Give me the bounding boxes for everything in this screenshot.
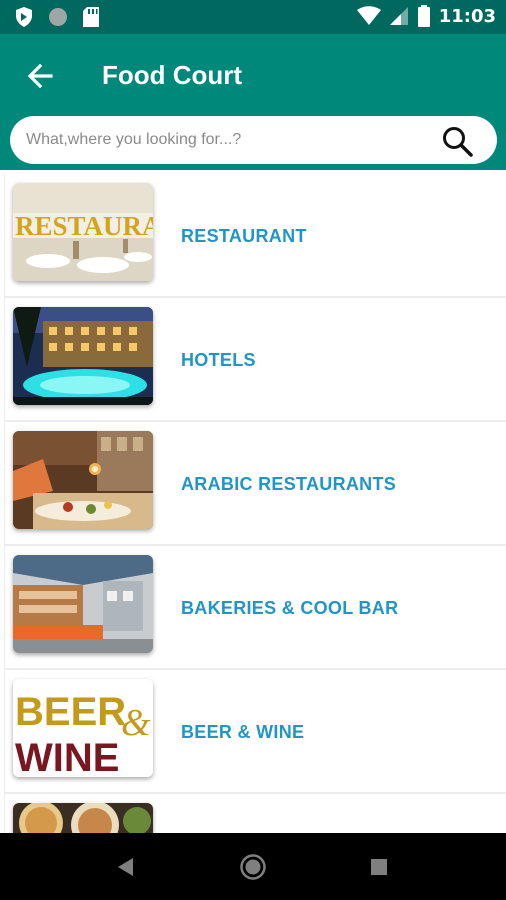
signal-icon <box>389 7 408 25</box>
list-item-hotels[interactable]: HOTELS <box>4 298 506 422</box>
battery-icon <box>417 5 430 27</box>
sd-card-icon <box>83 7 99 27</box>
beer-wine-image: BEER & WINE <box>13 679 153 777</box>
wifi-icon <box>356 6 381 25</box>
list-item-bakeries-cool-bar[interactable]: BAKERIES & COOL BAR <box>4 546 506 670</box>
hotels-image <box>13 307 153 405</box>
status-bar: 11:03 <box>0 0 506 34</box>
list-item-partial[interactable] <box>4 794 506 833</box>
category-label: BAKERIES & COOL BAR <box>181 598 399 618</box>
shield-icon <box>16 7 32 27</box>
system-nav-bar <box>0 833 506 900</box>
nav-home-button[interactable] <box>237 851 269 883</box>
food-image <box>13 803 153 833</box>
category-label: ARABIC RESTAURANTS <box>181 474 397 494</box>
circle-icon <box>49 8 67 26</box>
back-button[interactable] <box>22 58 58 94</box>
ampersand-image-text: & <box>121 702 151 744</box>
search-icon[interactable] <box>441 125 473 157</box>
page-title: Food Court <box>102 60 243 90</box>
restaurant-image-text: RESTAURANT <box>15 211 153 241</box>
wine-image-text: WINE <box>15 736 119 777</box>
app-bar: Food Court <box>0 34 506 170</box>
recents-square-icon <box>371 859 387 875</box>
restaurant-image: RESTAURANT <box>13 183 153 281</box>
arrow-back-icon <box>27 63 53 89</box>
category-label: BEER & WINE <box>181 722 305 742</box>
search-box[interactable] <box>10 116 497 164</box>
back-triangle-icon <box>118 858 133 876</box>
nav-recents-button[interactable] <box>363 851 395 883</box>
beer-image-text: BEER <box>15 690 126 734</box>
arabic-restaurants-image <box>13 431 153 529</box>
status-time: 11:03 <box>438 5 496 27</box>
category-list: RESTAURANT RESTAURANT <box>4 174 506 833</box>
nav-back-button[interactable] <box>110 851 142 883</box>
category-label: HOTELS <box>181 350 256 370</box>
bakeries-image <box>13 555 153 653</box>
list-item-beer-wine[interactable]: BEER & WINE BEER & WINE <box>4 670 506 794</box>
list-item-arabic-restaurants[interactable]: ARABIC RESTAURANTS <box>4 422 506 546</box>
search-input[interactable] <box>26 116 426 164</box>
list-item-restaurant[interactable]: RESTAURANT RESTAURANT <box>4 174 506 298</box>
category-label: RESTAURANT <box>181 226 307 246</box>
home-circle-icon <box>240 854 266 880</box>
